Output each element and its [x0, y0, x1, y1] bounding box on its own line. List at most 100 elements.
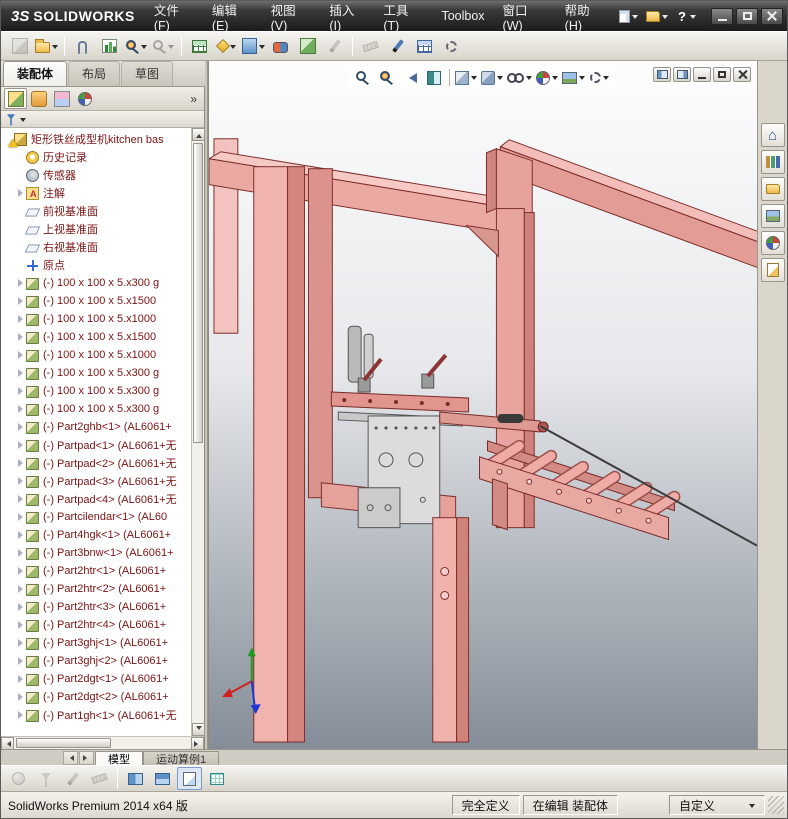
scroll-thumb[interactable]	[193, 143, 203, 443]
file-explorer-icon[interactable]	[760, 177, 785, 201]
expand-arrow-icon[interactable]	[16, 458, 25, 468]
tree-item[interactable]: 矩形铁丝成型机kitchen bas	[1, 130, 191, 148]
mass-properties-icon[interactable]	[6, 767, 31, 790]
panel-overflow-chevron[interactable]	[186, 92, 201, 106]
tree-item[interactable]: (-) Part2htr<1> (AL6061+	[1, 562, 191, 580]
hide-show-items-icon[interactable]	[506, 67, 533, 88]
expand-arrow-icon[interactable]	[16, 638, 25, 648]
help-icon[interactable]: ?	[672, 7, 700, 26]
filter-funnel-icon[interactable]	[7, 114, 15, 126]
zoom-to-fit-icon[interactable]	[351, 67, 373, 88]
expand-arrow-icon[interactable]	[16, 296, 25, 306]
open-document-icon[interactable]	[34, 35, 59, 58]
appearances-scenes-icon[interactable]	[760, 231, 785, 255]
tree-item[interactable]: 历史记录	[1, 148, 191, 166]
menu-item[interactable]: 视图(V)	[262, 1, 321, 33]
options-icon[interactable]	[439, 35, 464, 58]
featuremanager-tab[interactable]	[4, 88, 27, 109]
expand-arrow-icon[interactable]	[16, 422, 25, 432]
scroll-down-button[interactable]	[192, 723, 205, 736]
next-window-icon[interactable]	[673, 67, 691, 82]
tree-item[interactable]: 前视基准面	[1, 202, 191, 220]
tree-item[interactable]: 注解	[1, 184, 191, 202]
tree-item[interactable]: (-) Partpad<4> (AL6061+无	[1, 490, 191, 508]
tree-item[interactable]: (-) Part1gh<1> (AL6061+无	[1, 706, 191, 724]
edit-appearance-icon[interactable]	[535, 67, 559, 88]
expand-arrow-icon[interactable]	[16, 332, 25, 342]
propertymanager-tab[interactable]	[27, 88, 50, 109]
filter-dropdown-caret[interactable]	[20, 117, 26, 125]
zoom-icon[interactable]	[124, 35, 149, 58]
document-tab[interactable]: 模型	[95, 751, 143, 766]
tree-item[interactable]: (-) Part4hgk<1> (AL6061+	[1, 526, 191, 544]
design-table-icon[interactable]	[187, 35, 212, 58]
scroll-track[interactable]	[14, 737, 191, 749]
previous-window-icon[interactable]	[653, 67, 671, 82]
resize-grip[interactable]	[768, 796, 784, 814]
menu-item[interactable]: 工具(T)	[374, 1, 432, 33]
expand-arrow-icon[interactable]	[16, 224, 25, 234]
expand-arrow-icon[interactable]	[16, 260, 25, 270]
smart-fastener-icon[interactable]	[214, 35, 239, 58]
tree-item[interactable]: (-) 100 x 100 x 5.x1500	[1, 328, 191, 346]
expand-arrow-icon[interactable]	[16, 710, 25, 720]
expand-arrow-icon[interactable]	[16, 584, 25, 594]
expand-arrow-icon[interactable]	[16, 350, 25, 360]
tree-item[interactable]: (-) 100 x 100 x 5.x300 g	[1, 382, 191, 400]
edit-component-icon[interactable]	[7, 35, 32, 58]
expand-arrow-icon[interactable]	[16, 494, 25, 504]
measure-icon[interactable]	[358, 35, 383, 58]
menu-item[interactable]: 帮助(H)	[556, 1, 615, 33]
restore-document-icon[interactable]	[713, 67, 731, 82]
minimize-button[interactable]	[711, 7, 733, 25]
tree-item[interactable]: (-) Part3ghj<2> (AL6061+	[1, 652, 191, 670]
model-3d-view[interactable]	[209, 61, 757, 749]
view-palette-icon[interactable]	[760, 204, 785, 228]
menu-item[interactable]: 窗口(W)	[494, 1, 556, 33]
expand-arrow-icon[interactable]	[16, 548, 25, 558]
sketch-icon[interactable]	[322, 35, 347, 58]
expand-arrow-icon[interactable]	[16, 404, 25, 414]
tree-item[interactable]: (-) Part2htr<4> (AL6061+	[1, 616, 191, 634]
evaluate-chart-icon[interactable]	[97, 35, 122, 58]
design-library-icon[interactable]	[760, 150, 785, 174]
close-document-icon[interactable]	[733, 67, 751, 82]
tree-item[interactable]: (-) 100 x 100 x 5.x1000	[1, 346, 191, 364]
expand-arrow-icon[interactable]	[16, 206, 25, 216]
expand-arrow-icon[interactable]	[16, 242, 25, 252]
displaymanager-tab[interactable]	[73, 88, 96, 109]
custom-properties-icon[interactable]	[760, 258, 785, 282]
menu-item[interactable]: Toolbox	[432, 1, 493, 31]
tree-item[interactable]: (-) Part2dgt<1> (AL6061+	[1, 670, 191, 688]
expand-arrow-icon[interactable]	[16, 530, 25, 540]
command-tab[interactable]: 装配体	[3, 61, 68, 86]
tree-item[interactable]: (-) 100 x 100 x 5.x300 g	[1, 400, 191, 418]
tree-item[interactable]: (-) 100 x 100 x 5.x1500	[1, 292, 191, 310]
insert-component-icon[interactable]	[295, 35, 320, 58]
display-style-icon[interactable]	[480, 67, 504, 88]
tree-item[interactable]: 上视基准面	[1, 220, 191, 238]
scroll-thumb[interactable]	[16, 738, 111, 748]
open-document-icon[interactable]	[642, 9, 672, 24]
menu-item[interactable]: 文件(F)	[145, 1, 203, 33]
expand-arrow-icon[interactable]	[16, 368, 25, 378]
tree-item[interactable]: (-) Partcilendar<1> (AL60	[1, 508, 191, 526]
document-tab[interactable]: 运动算例1	[143, 751, 220, 766]
tab-scroll-left-button[interactable]	[63, 751, 78, 765]
solidworks-resources-icon[interactable]	[760, 123, 785, 147]
maximize-button[interactable]	[736, 7, 758, 25]
expand-arrow-icon[interactable]	[16, 692, 25, 702]
tree-item[interactable]: (-) Part2dgt<2> (AL6061+	[1, 688, 191, 706]
single-view-icon[interactable]	[177, 767, 202, 790]
viewport-split-icon[interactable]	[123, 767, 148, 790]
line-tool-icon[interactable]	[385, 35, 410, 58]
attachment-icon[interactable]	[70, 35, 95, 58]
configurationmanager-tab[interactable]	[50, 88, 73, 109]
view-settings-icon[interactable]	[588, 67, 610, 88]
tree-item[interactable]: (-) Partpad<2> (AL6061+无	[1, 454, 191, 472]
expand-arrow-icon[interactable]	[16, 656, 25, 666]
scroll-up-button[interactable]	[192, 128, 205, 141]
tree-item[interactable]: 右视基准面	[1, 238, 191, 256]
tree-item[interactable]: (-) Part2htr<2> (AL6061+	[1, 580, 191, 598]
expand-arrow-icon[interactable]	[16, 602, 25, 612]
